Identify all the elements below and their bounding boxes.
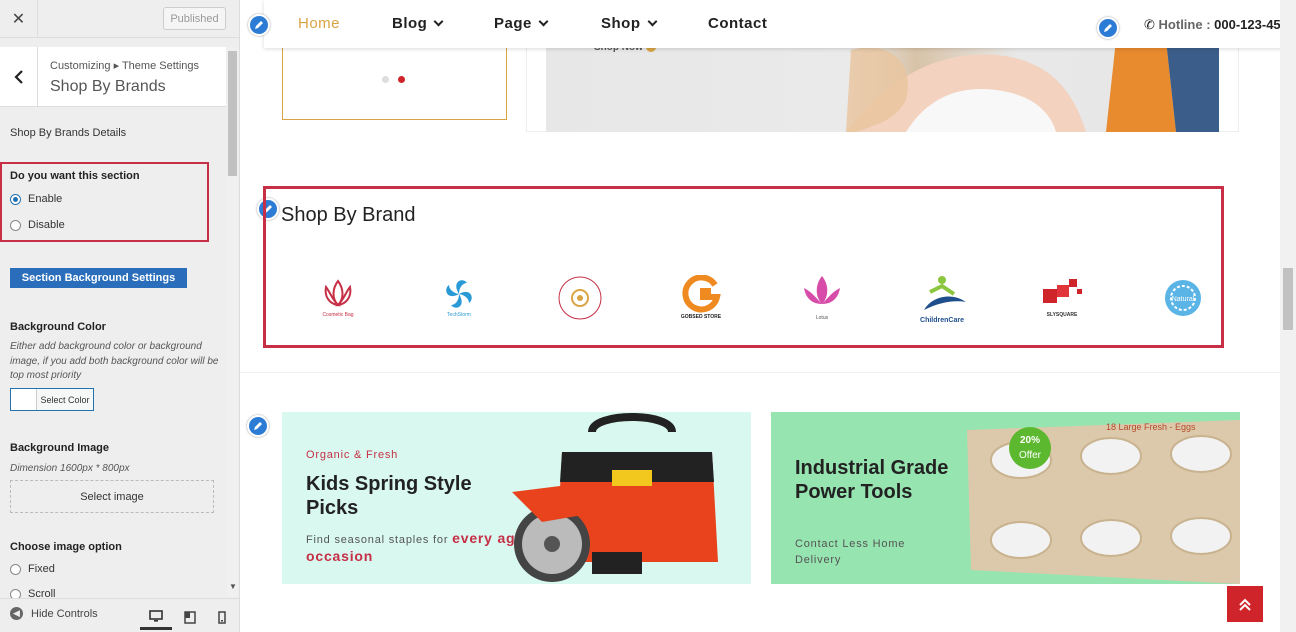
- section-background-settings-button[interactable]: Section Background Settings: [10, 268, 187, 288]
- breadcrumb: Customizing ▸ Theme Settings: [50, 60, 199, 72]
- brand-logo-lotus[interactable]: Lotus: [772, 265, 872, 330]
- section-divider: [240, 372, 1296, 373]
- hotline-label: Hotline :: [1158, 17, 1211, 32]
- select-color-button[interactable]: Select Color: [10, 388, 94, 411]
- enable-radio[interactable]: Enable: [10, 193, 62, 205]
- select-color-label: Select Color: [40, 394, 90, 405]
- disable-radio[interactable]: Disable: [10, 219, 65, 231]
- radio-checked-icon[interactable]: [10, 193, 21, 205]
- promo-kicker: Organic & Fresh: [306, 449, 399, 461]
- brand-logo-techstorm[interactable]: TechStorm: [409, 265, 509, 330]
- background-color-label: Background Color: [10, 321, 106, 333]
- radio-unchecked-icon[interactable]: [10, 219, 21, 231]
- image-option-label: Choose image option: [10, 541, 122, 553]
- chevron-down-icon: [647, 16, 657, 27]
- chevron-down-icon: [538, 16, 549, 27]
- beauty-boutique-logo-icon: [558, 276, 602, 319]
- chevron-left-icon: [13, 70, 23, 84]
- section-header: Customizing ▸ Theme Settings Shop By Bra…: [0, 47, 226, 107]
- preview-scrollbar-thumb[interactable]: [1283, 268, 1293, 330]
- tablet-preview-button[interactable]: [174, 604, 206, 630]
- edit-pencil-icon[interactable]: [1097, 17, 1119, 39]
- tablet-icon: [184, 610, 196, 624]
- published-button[interactable]: Published: [163, 7, 226, 30]
- section-toggle-question: Do you want this section: [10, 170, 140, 182]
- background-color-note: Either add background color or backgroun…: [10, 341, 219, 381]
- customizer-footer: ◀ Hide Controls: [0, 598, 239, 632]
- sidebar-scrollbar[interactable]: [227, 47, 238, 597]
- double-chevron-up-icon: [1239, 598, 1251, 611]
- hotline-number[interactable]: 000-123-454: [1214, 17, 1288, 32]
- close-icon[interactable]: ✕: [0, 0, 38, 38]
- promo-subtitle: Contact Less Home Delivery: [795, 538, 906, 566]
- brand-logo-natural[interactable]: Natural: [1133, 265, 1233, 330]
- brand-logo-gobsed-store[interactable]: GOBSED STORE: [651, 265, 751, 330]
- scroll-to-top-button[interactable]: [1227, 586, 1263, 622]
- red-cubes-logo-icon: [1043, 279, 1082, 303]
- chevron-down-icon: [433, 16, 444, 27]
- mobile-preview-button[interactable]: [206, 604, 238, 630]
- brand-logo-children-care[interactable]: ChildrenCare: [892, 265, 992, 330]
- promo-title: Industrial Grade Power Tools: [795, 457, 949, 503]
- hide-controls-button[interactable]: ◀ Hide Controls: [10, 607, 98, 620]
- select-image-button[interactable]: Select image: [10, 480, 214, 513]
- brand-section-title: Shop By Brand: [281, 204, 416, 226]
- desktop-icon: [149, 609, 163, 622]
- slider-dot-active[interactable]: [398, 76, 405, 83]
- background-image-label: Background Image: [10, 442, 110, 454]
- edit-pencil-icon[interactable]: [248, 14, 270, 36]
- svg-text:Natural: Natural: [1172, 296, 1195, 303]
- fixed-label: Fixed: [28, 563, 55, 575]
- slider-dot-inactive[interactable]: [382, 76, 389, 83]
- desktop-preview-button[interactable]: [140, 604, 172, 630]
- promo-banner-kids[interactable]: Organic & Fresh Kids Spring Style Picks …: [282, 412, 751, 584]
- nav-page[interactable]: Page: [494, 15, 549, 32]
- hotline: ✆ Hotline : 000-123-454: [1144, 17, 1288, 33]
- details-label: Shop By Brands Details: [10, 127, 127, 139]
- swirl-logo-icon: [446, 280, 472, 308]
- customizer-topbar: ✕ Published: [0, 0, 239, 38]
- disable-label: Disable: [28, 219, 65, 231]
- egg-carton-image: 18 Large Fresh - Eggs: [967, 420, 1240, 584]
- phone-icon: ✆: [1144, 17, 1155, 32]
- promo-banner-power-tools[interactable]: Industrial Grade Power Tools Contact Les…: [771, 412, 1240, 584]
- background-image-dimension: Dimension 1600px * 800px: [10, 463, 130, 474]
- back-button[interactable]: [0, 47, 38, 107]
- color-swatch: [11, 389, 37, 410]
- radio-unchecked-icon[interactable]: [10, 563, 21, 575]
- panel-title: Shop By Brands: [50, 78, 166, 95]
- fixed-radio[interactable]: Fixed: [10, 563, 55, 575]
- main-navigation: Home Blog Page Shop Contact ✆ Hotline : …: [264, 0, 1296, 48]
- nav-home[interactable]: Home: [298, 15, 340, 32]
- brand-logo-beauty-boutique[interactable]: [530, 265, 630, 330]
- pink-lotus-logo-icon: [804, 276, 840, 304]
- site-preview: Shop Now Home Blog Page Shop Contact ✆ H…: [240, 0, 1296, 632]
- preview-scrollbar[interactable]: [1280, 0, 1296, 632]
- enable-label: Enable: [28, 193, 63, 205]
- nav-contact[interactable]: Contact: [708, 15, 767, 32]
- lotus-outline-logo-icon: [324, 279, 352, 307]
- nav-blog[interactable]: Blog: [392, 15, 444, 32]
- nav-shop[interactable]: Shop: [601, 15, 657, 32]
- mobile-icon: [218, 610, 226, 624]
- customizer-sidebar: ✕ Published Customizing ▸ Theme Settings…: [0, 0, 240, 632]
- brand-logo-slysquare[interactable]: SLYSQUARE: [1012, 265, 1112, 330]
- collapse-arrow-icon: ◀: [10, 607, 23, 620]
- g-letter-logo-icon: [682, 275, 721, 313]
- hero-banner-image[interactable]: Shop Now: [546, 40, 1219, 132]
- hero-people-illustration: [846, 40, 1219, 132]
- sidebar-scrollbar-thumb[interactable]: [228, 51, 237, 176]
- power-tools-bag-image: [512, 413, 718, 582]
- slider-box: [282, 40, 507, 120]
- svg-text:18 Large Fresh - Eggs: 18 Large Fresh - Eggs: [1106, 422, 1196, 432]
- hide-controls-label: Hide Controls: [31, 607, 98, 620]
- children-care-logo-icon: [924, 275, 966, 310]
- offer-badge: 20% Offer: [1009, 427, 1051, 469]
- scroll-down-arrow-icon[interactable]: ▼: [229, 582, 237, 591]
- edit-pencil-icon[interactable]: [247, 415, 269, 437]
- brand-logo-cosmetic-bag[interactable]: Cosmetic Bag: [288, 265, 388, 330]
- natural-circle-logo-icon: Natural: [1165, 279, 1201, 316]
